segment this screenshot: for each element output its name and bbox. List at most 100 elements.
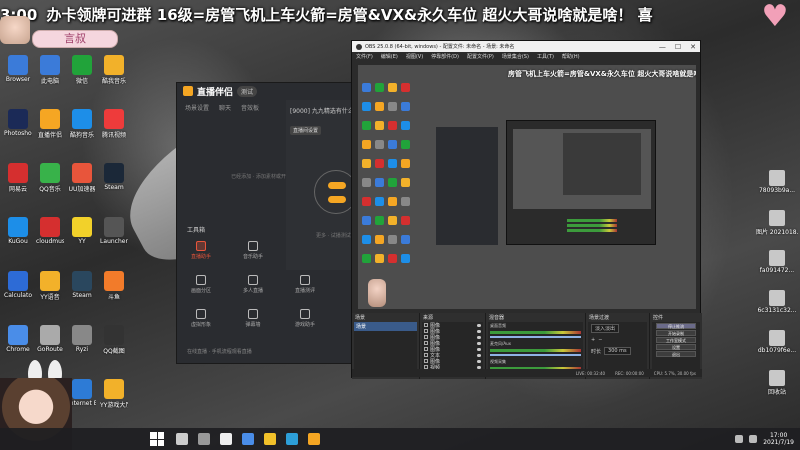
source-checkbox[interactable] bbox=[424, 323, 428, 327]
tab-chat[interactable]: 聊天 bbox=[219, 103, 231, 112]
explorer-icon[interactable] bbox=[264, 433, 276, 445]
duration-input[interactable]: 300 ms bbox=[604, 347, 631, 355]
desktop-icon[interactable]: UU加速器 bbox=[68, 163, 96, 193]
desktop-file-icon[interactable]: 6c3131c32... bbox=[756, 290, 798, 314]
obs-titlebar[interactable]: OBS 25.0.8 (64-bit, windows) - 配置文件: 未命名… bbox=[352, 41, 700, 52]
desktop-file-icon[interactable]: 图片 2021018... bbox=[756, 210, 798, 236]
desktop-icon[interactable]: Browser bbox=[4, 55, 32, 83]
desktop-icon[interactable]: Chrome bbox=[4, 325, 32, 353]
desktop-icon[interactable]: 直播伴侣 bbox=[36, 109, 64, 139]
minimize-button[interactable]: — bbox=[659, 43, 666, 51]
transition-select[interactable]: 淡入淡出 bbox=[591, 324, 620, 333]
desktop-icon[interactable]: Internet Explorer bbox=[68, 379, 96, 407]
eye-icon[interactable] bbox=[477, 329, 481, 333]
tab-sound[interactable]: 音效板 bbox=[241, 103, 259, 112]
desktop-icon[interactable]: YY游戏大厅 bbox=[100, 379, 128, 409]
desktop-icon[interactable]: Steam bbox=[68, 271, 96, 299]
search-icon[interactable] bbox=[176, 433, 188, 445]
edge-icon[interactable] bbox=[286, 433, 298, 445]
source-checkbox[interactable] bbox=[424, 341, 428, 345]
source-checkbox[interactable] bbox=[424, 347, 428, 351]
control-button[interactable]: 退出 bbox=[656, 351, 696, 357]
tab-scenes[interactable]: 场景设置 bbox=[185, 103, 209, 112]
room-toggle-b[interactable] bbox=[328, 196, 346, 203]
desktop-icon[interactable]: Ryzi bbox=[68, 325, 96, 353]
desktop-icon[interactable]: YY语音 bbox=[36, 271, 64, 301]
room-toggle-a[interactable] bbox=[328, 182, 346, 189]
obs-menu-item[interactable]: 配置文件(P) bbox=[467, 53, 494, 61]
maximize-button[interactable]: ☐ bbox=[675, 43, 681, 51]
desktop-icon-label: 微信 bbox=[75, 78, 88, 85]
desktop-icon[interactable]: Launcher bbox=[100, 217, 128, 245]
desktop-icon[interactable]: KuGou bbox=[4, 217, 32, 245]
source-checkbox[interactable] bbox=[424, 353, 428, 357]
control-button[interactable]: 停止推流 bbox=[656, 323, 696, 329]
room-settings-button[interactable]: 直播间设置 bbox=[290, 126, 322, 135]
desktop-icon[interactable]: Photoshop bbox=[4, 109, 32, 137]
desktop-icon[interactable]: Steam bbox=[100, 163, 128, 191]
tool-button[interactable]: 直播助手 bbox=[185, 241, 217, 260]
source-checkbox[interactable] bbox=[424, 359, 428, 363]
close-button[interactable]: ✕ bbox=[690, 43, 696, 51]
obs-menu-item[interactable]: 视图(V) bbox=[406, 53, 423, 61]
tool-button[interactable]: 虚拟形象 bbox=[185, 309, 217, 328]
eye-icon[interactable] bbox=[477, 335, 481, 339]
chrome-icon[interactable] bbox=[242, 433, 254, 445]
eye-icon[interactable] bbox=[477, 359, 481, 363]
eye-icon[interactable] bbox=[477, 353, 481, 357]
desktop-icon[interactable]: QQ音乐 bbox=[36, 163, 64, 193]
tool-button[interactable]: 音乐助手 bbox=[237, 241, 269, 260]
obs-preview[interactable]: 房管飞机上车火箭=房管&VX&永久车位 超火大哥说啥就是啥！ bbox=[358, 65, 696, 309]
volume-slider[interactable] bbox=[490, 336, 581, 338]
eye-icon[interactable] bbox=[477, 323, 481, 327]
tool-button[interactable]: 画面分区 bbox=[185, 275, 217, 294]
system-tray: 17:00 2021/7/19 bbox=[735, 432, 800, 446]
obs-menu-item[interactable]: 工具(T) bbox=[537, 53, 554, 61]
desktop-icon[interactable]: GoRoute bbox=[36, 325, 64, 353]
desktop-file-icon[interactable]: 回收站 bbox=[756, 370, 798, 396]
desktop-icon[interactable]: YY bbox=[68, 217, 96, 245]
obs-menu-item[interactable]: 帮助(H) bbox=[562, 53, 580, 61]
tray-clock[interactable]: 17:00 2021/7/19 bbox=[763, 432, 794, 446]
obs-menu-item[interactable]: 停靠部件(D) bbox=[431, 53, 459, 61]
volume-icon[interactable] bbox=[749, 435, 758, 443]
obs-menu-item[interactable]: 文件(F) bbox=[356, 53, 373, 61]
desktop-file-icon[interactable]: fa091472... bbox=[756, 250, 798, 274]
control-button[interactable]: 工作室模式 bbox=[656, 337, 696, 343]
add-icon[interactable]: + bbox=[591, 337, 595, 343]
streaming-app-badge[interactable]: 测试 bbox=[237, 85, 258, 97]
source-checkbox[interactable] bbox=[424, 335, 428, 339]
streaming-app-footer[interactable]: 在线直播 · 手机流程观看直播 bbox=[187, 348, 252, 355]
desktop-icon[interactable]: Calculator bbox=[4, 271, 32, 299]
eye-icon[interactable] bbox=[477, 341, 481, 345]
desktop-file-icon[interactable]: 78093b9a... bbox=[756, 170, 798, 194]
scene-item[interactable]: 场景 bbox=[354, 322, 417, 331]
desktop-icon[interactable]: 酷狗音乐 bbox=[68, 109, 96, 139]
obs-menu-item[interactable]: 编辑(E) bbox=[381, 53, 398, 61]
desktop-icon[interactable]: cloudmusic bbox=[36, 217, 64, 245]
source-checkbox[interactable] bbox=[424, 329, 428, 333]
desktop-icon[interactable]: 网易云 bbox=[4, 163, 32, 193]
eye-icon[interactable] bbox=[477, 347, 481, 351]
desktop-icon[interactable]: 此电脑 bbox=[36, 55, 64, 85]
task-view-icon[interactable] bbox=[198, 433, 210, 445]
control-button[interactable]: 设置 bbox=[656, 344, 696, 350]
tool-button[interactable]: 直播测评 bbox=[289, 275, 321, 294]
tool-button[interactable]: 弹幕墙 bbox=[237, 309, 269, 328]
desktop-file-icon[interactable]: db1079f6e... bbox=[756, 330, 798, 354]
desktop-icon[interactable]: 斗鱼 bbox=[100, 271, 128, 301]
obs-icon[interactable] bbox=[220, 433, 232, 445]
control-button[interactable]: 开始录制 bbox=[656, 330, 696, 336]
app-icon[interactable] bbox=[308, 433, 320, 445]
desktop-icon[interactable]: 腾讯视频 bbox=[100, 109, 128, 139]
remove-icon[interactable]: − bbox=[598, 337, 602, 343]
desktop-icon[interactable]: 酷我音乐 bbox=[100, 55, 128, 85]
desktop-icon[interactable]: QQ截图 bbox=[100, 325, 128, 355]
volume-slider[interactable] bbox=[490, 354, 581, 356]
tool-button[interactable]: 多人直播 bbox=[237, 275, 269, 294]
desktop-icon[interactable]: 微信 bbox=[68, 55, 96, 85]
tool-button[interactable]: 游戏助手 bbox=[289, 309, 321, 328]
start-button[interactable] bbox=[150, 432, 164, 446]
obs-menu-item[interactable]: 场景集合(S) bbox=[502, 53, 529, 61]
network-icon[interactable] bbox=[735, 435, 744, 443]
